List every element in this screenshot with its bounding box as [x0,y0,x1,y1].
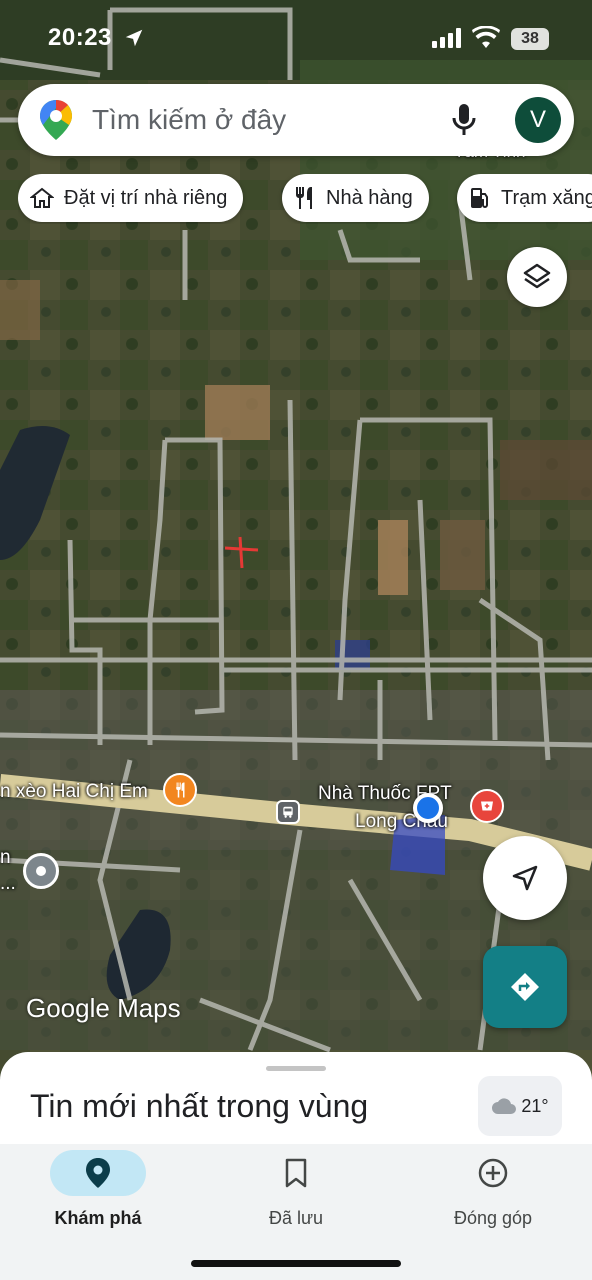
restaurant-label[interactable]: n xèo Hai Chị Em [0,781,148,803]
pharmacy-icon [481,801,493,811]
home-indicator [191,1260,401,1267]
restaurant-marker[interactable] [163,773,197,807]
search-bar[interactable]: Tìm kiếm ở đây V [18,84,574,156]
gas-station-icon [471,188,488,208]
left-place-label-line2[interactable]: ... [0,873,16,895]
status-time: 20:23 [48,24,112,51]
weather-chip[interactable]: 21° [478,1076,562,1136]
chip-home[interactable]: Đặt vị trí nhà riêng [18,174,244,222]
chip-restaurants-label: Nhà hàng [326,186,413,209]
navigation-arrow-icon [512,865,538,891]
current-location-dot [413,793,443,823]
explore-pin-icon [86,1158,110,1188]
directions-icon [511,973,539,1001]
my-location-button[interactable] [483,836,567,920]
temperature-value: 21° [521,1095,549,1116]
search-placeholder[interactable]: Tìm kiếm ở đây [92,104,286,136]
directions-button[interactable] [483,946,567,1028]
left-place-marker[interactable] [23,853,59,889]
wifi-icon [472,26,500,48]
tab-explore-label: Khám phá [54,1208,142,1228]
location-services-icon [125,29,143,47]
tab-contribute-label: Đóng góp [453,1208,533,1228]
chip-home-label: Đặt vị trí nhà riêng [64,186,228,209]
google-maps-logo-icon [40,100,72,140]
chip-restaurants[interactable]: Nhà hàng [282,174,429,222]
add-circle-icon [478,1158,508,1188]
cloud-icon [492,1098,517,1114]
tab-contribute[interactable]: Đóng góp [413,1150,573,1240]
tab-explore[interactable]: Khám phá [18,1150,178,1240]
bookmark-icon [285,1158,307,1188]
cellular-signal-icon [432,28,461,48]
pharmacy-marker[interactable] [470,789,504,823]
restaurant-icon [296,187,312,209]
sheet-drag-handle[interactable] [266,1066,326,1071]
layers-icon [523,263,551,289]
bus-stop-marker[interactable] [276,800,300,824]
battery-indicator: 38 [511,28,549,50]
sheet-title: Tin mới nhất trong vùng [30,1088,369,1124]
home-icon [30,187,54,208]
restaurant-icon [176,782,185,798]
chip-gas-stations[interactable]: Trạm xăng [457,174,592,222]
bus-icon [283,806,293,818]
tab-saved[interactable]: Đã lưu [216,1150,376,1240]
status-bar: 20:23 38 [0,0,592,80]
google-maps-watermark: Google Maps [26,993,181,1023]
left-place-label-line1[interactable]: n [0,847,11,869]
map-layers-button[interactable] [507,247,567,307]
tab-saved-label: Đã lưu [268,1208,324,1228]
chip-gas-stations-label: Trạm xăng [501,186,592,209]
account-avatar[interactable]: V [515,97,561,143]
microphone-icon[interactable] [451,102,477,138]
category-chips: Đặt vị trí nhà riêng Nhà hàng Trạm xăng [18,174,592,224]
